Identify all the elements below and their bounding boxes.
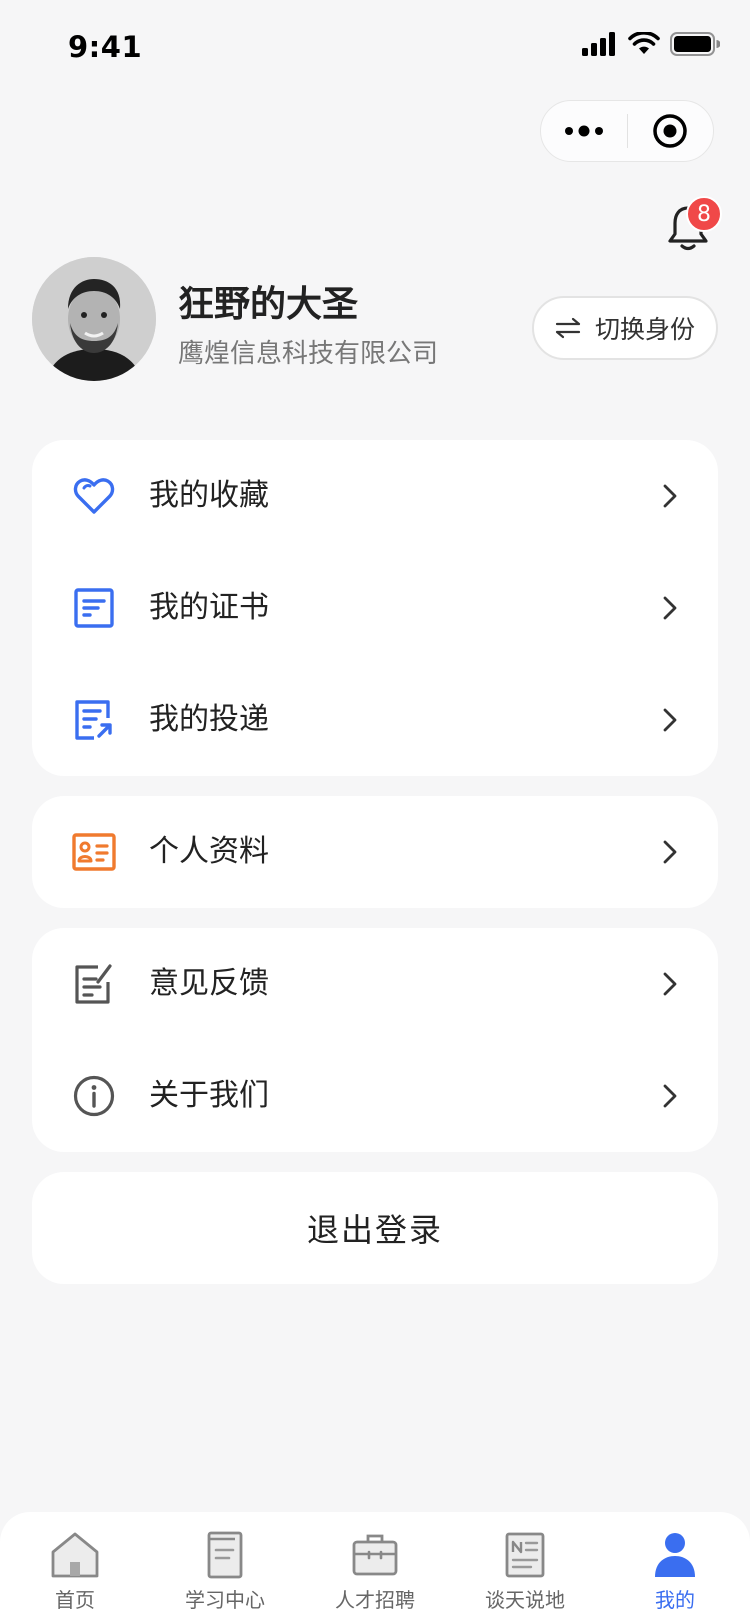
resume-submit-icon bbox=[75, 700, 112, 740]
chevron-right-icon bbox=[663, 1084, 677, 1108]
tab-label: 谈天说地 bbox=[485, 1588, 565, 1612]
wifi-icon bbox=[628, 32, 660, 54]
user-icon bbox=[655, 1533, 695, 1577]
news-icon bbox=[505, 1532, 545, 1578]
miniprogram-capsule bbox=[540, 100, 714, 162]
battery-icon bbox=[670, 32, 720, 56]
menu-item-label: 我的投递 bbox=[149, 702, 269, 737]
menu-item-label: 我的收藏 bbox=[149, 478, 269, 513]
notification-badge: 8 bbox=[686, 196, 722, 232]
menu-item-personal-info[interactable]: 个人资料 bbox=[32, 796, 718, 908]
tab-label: 我的 bbox=[655, 1588, 695, 1612]
menu-item-label: 意见反馈 bbox=[149, 966, 269, 1001]
menu-item-label: 个人资料 bbox=[149, 834, 269, 869]
chevron-right-icon bbox=[663, 840, 677, 864]
menu-card-support: 意见反馈 关于我们 bbox=[32, 928, 718, 1152]
tab-label: 学习中心 bbox=[185, 1588, 265, 1612]
tab-bar: 首页 学习中心 人才招聘 谈天说地 我的 bbox=[0, 1512, 750, 1624]
tab-label: 人才招聘 bbox=[335, 1588, 415, 1612]
feedback-icon bbox=[75, 964, 112, 1004]
tab-home[interactable]: 首页 bbox=[0, 1512, 150, 1624]
briefcase-icon bbox=[352, 1534, 398, 1576]
id-card-icon bbox=[72, 833, 116, 871]
company-name: 鹰煌信息科技有限公司 bbox=[178, 339, 439, 369]
tab-label: 首页 bbox=[55, 1588, 95, 1612]
swap-arrows-icon bbox=[555, 317, 581, 339]
close-miniprogram-button[interactable] bbox=[628, 101, 714, 161]
target-icon bbox=[653, 114, 687, 148]
menu-item-feedback[interactable]: 意见反馈 bbox=[32, 928, 718, 1040]
more-dots-icon bbox=[564, 125, 603, 137]
menu-item-applications[interactable]: 我的投递 bbox=[32, 664, 718, 776]
logout-button[interactable]: 退出登录 bbox=[32, 1172, 718, 1284]
book-icon bbox=[207, 1531, 243, 1579]
more-button[interactable] bbox=[541, 101, 627, 161]
status-icons bbox=[582, 32, 720, 56]
chevron-right-icon bbox=[663, 972, 677, 996]
chevron-right-icon bbox=[663, 708, 677, 732]
menu-item-favorites[interactable]: 我的收藏 bbox=[32, 440, 718, 552]
cellular-signal-icon bbox=[582, 32, 615, 56]
menu-card-activity: 我的收藏 我的证书 我的投递 bbox=[32, 440, 718, 776]
tab-forum[interactable]: 谈天说地 bbox=[450, 1512, 600, 1624]
tab-learning-center[interactable]: 学习中心 bbox=[150, 1512, 300, 1624]
menu-item-certificates[interactable]: 我的证书 bbox=[32, 552, 718, 664]
certificate-icon bbox=[74, 588, 114, 628]
avatar[interactable] bbox=[32, 257, 156, 381]
chevron-right-icon bbox=[663, 484, 677, 508]
menu-card-profile: 个人资料 bbox=[32, 796, 718, 908]
user-name: 狂野的大圣 bbox=[178, 284, 359, 325]
avatar-portrait-icon bbox=[32, 257, 156, 381]
menu-item-label: 我的证书 bbox=[149, 590, 269, 625]
tab-recruitment[interactable]: 人才招聘 bbox=[300, 1512, 450, 1624]
home-icon bbox=[51, 1532, 99, 1578]
switch-identity-button[interactable]: 切换身份 bbox=[532, 296, 718, 360]
chevron-right-icon bbox=[663, 596, 677, 620]
info-icon bbox=[73, 1075, 115, 1117]
menu-item-label: 关于我们 bbox=[149, 1078, 269, 1113]
heart-icon bbox=[73, 478, 115, 514]
menu-item-about[interactable]: 关于我们 bbox=[32, 1040, 718, 1152]
switch-identity-label: 切换身份 bbox=[594, 315, 695, 344]
tab-mine[interactable]: 我的 bbox=[600, 1512, 750, 1624]
status-time: 9:41 bbox=[68, 30, 143, 64]
